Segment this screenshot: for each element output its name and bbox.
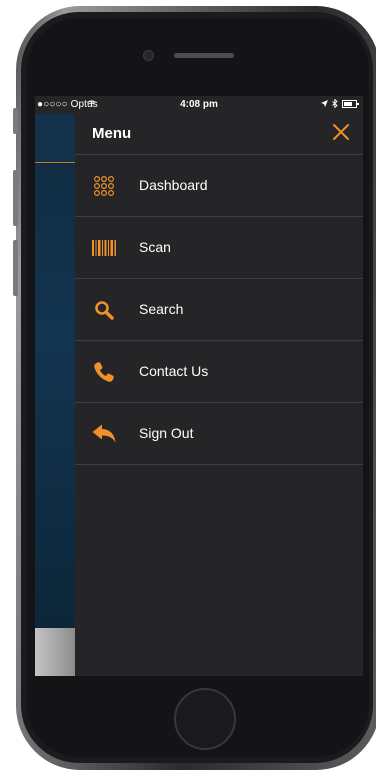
location-arrow-icon <box>321 100 328 107</box>
side-menu-drawer: Menu Dashboard Scan Search Contact Us Si… <box>75 114 363 676</box>
front-camera <box>143 50 154 61</box>
close-icon <box>333 124 349 140</box>
menu-item-scan[interactable]: Scan <box>75 217 363 279</box>
reply-arrow-icon <box>91 421 117 447</box>
menu-item-label: Sign Out <box>139 425 194 441</box>
home-button[interactable] <box>174 688 236 750</box>
clock: 4:08 pm <box>180 99 218 110</box>
magnifier-icon <box>91 297 117 323</box>
menu-title: Menu <box>92 125 132 142</box>
barcode-icon <box>91 235 117 261</box>
close-menu-button[interactable] <box>329 120 353 144</box>
device-mockup: ●○○○○ Optus 4:08 pm Menu Dashboard Scan … <box>0 0 376 772</box>
status-bar: ●○○○○ Optus 4:08 pm <box>35 96 363 114</box>
earpiece-speaker <box>174 53 234 58</box>
menu-item-label: Contact Us <box>139 363 209 379</box>
menu-item-search[interactable]: Search <box>75 279 363 341</box>
bluetooth-icon <box>332 99 338 108</box>
menu-item-label: Scan <box>139 239 171 255</box>
menu-item-contact-us[interactable]: Contact Us <box>75 341 363 403</box>
menu-item-label: Search <box>139 301 184 317</box>
volume-down-button <box>13 240 18 296</box>
volume-up-button <box>13 170 18 226</box>
menu-list: Dashboard Scan Search Contact Us Sign Ou… <box>75 155 363 465</box>
phone-icon <box>91 359 117 385</box>
phone-screen: ●○○○○ Optus 4:08 pm Menu Dashboard Scan … <box>35 96 363 676</box>
underlying-app-footer <box>35 628 75 676</box>
mute-switch <box>13 108 18 134</box>
menu-item-sign-out[interactable]: Sign Out <box>75 403 363 465</box>
grid-dots-icon <box>91 173 117 199</box>
underlying-app-panel <box>35 114 75 676</box>
battery-icon <box>342 99 359 108</box>
underlying-app-header <box>35 114 75 163</box>
status-indicators <box>321 99 359 108</box>
menu-header: Menu <box>75 114 363 155</box>
menu-item-label: Dashboard <box>139 177 208 193</box>
menu-item-dashboard[interactable]: Dashboard <box>75 155 363 217</box>
